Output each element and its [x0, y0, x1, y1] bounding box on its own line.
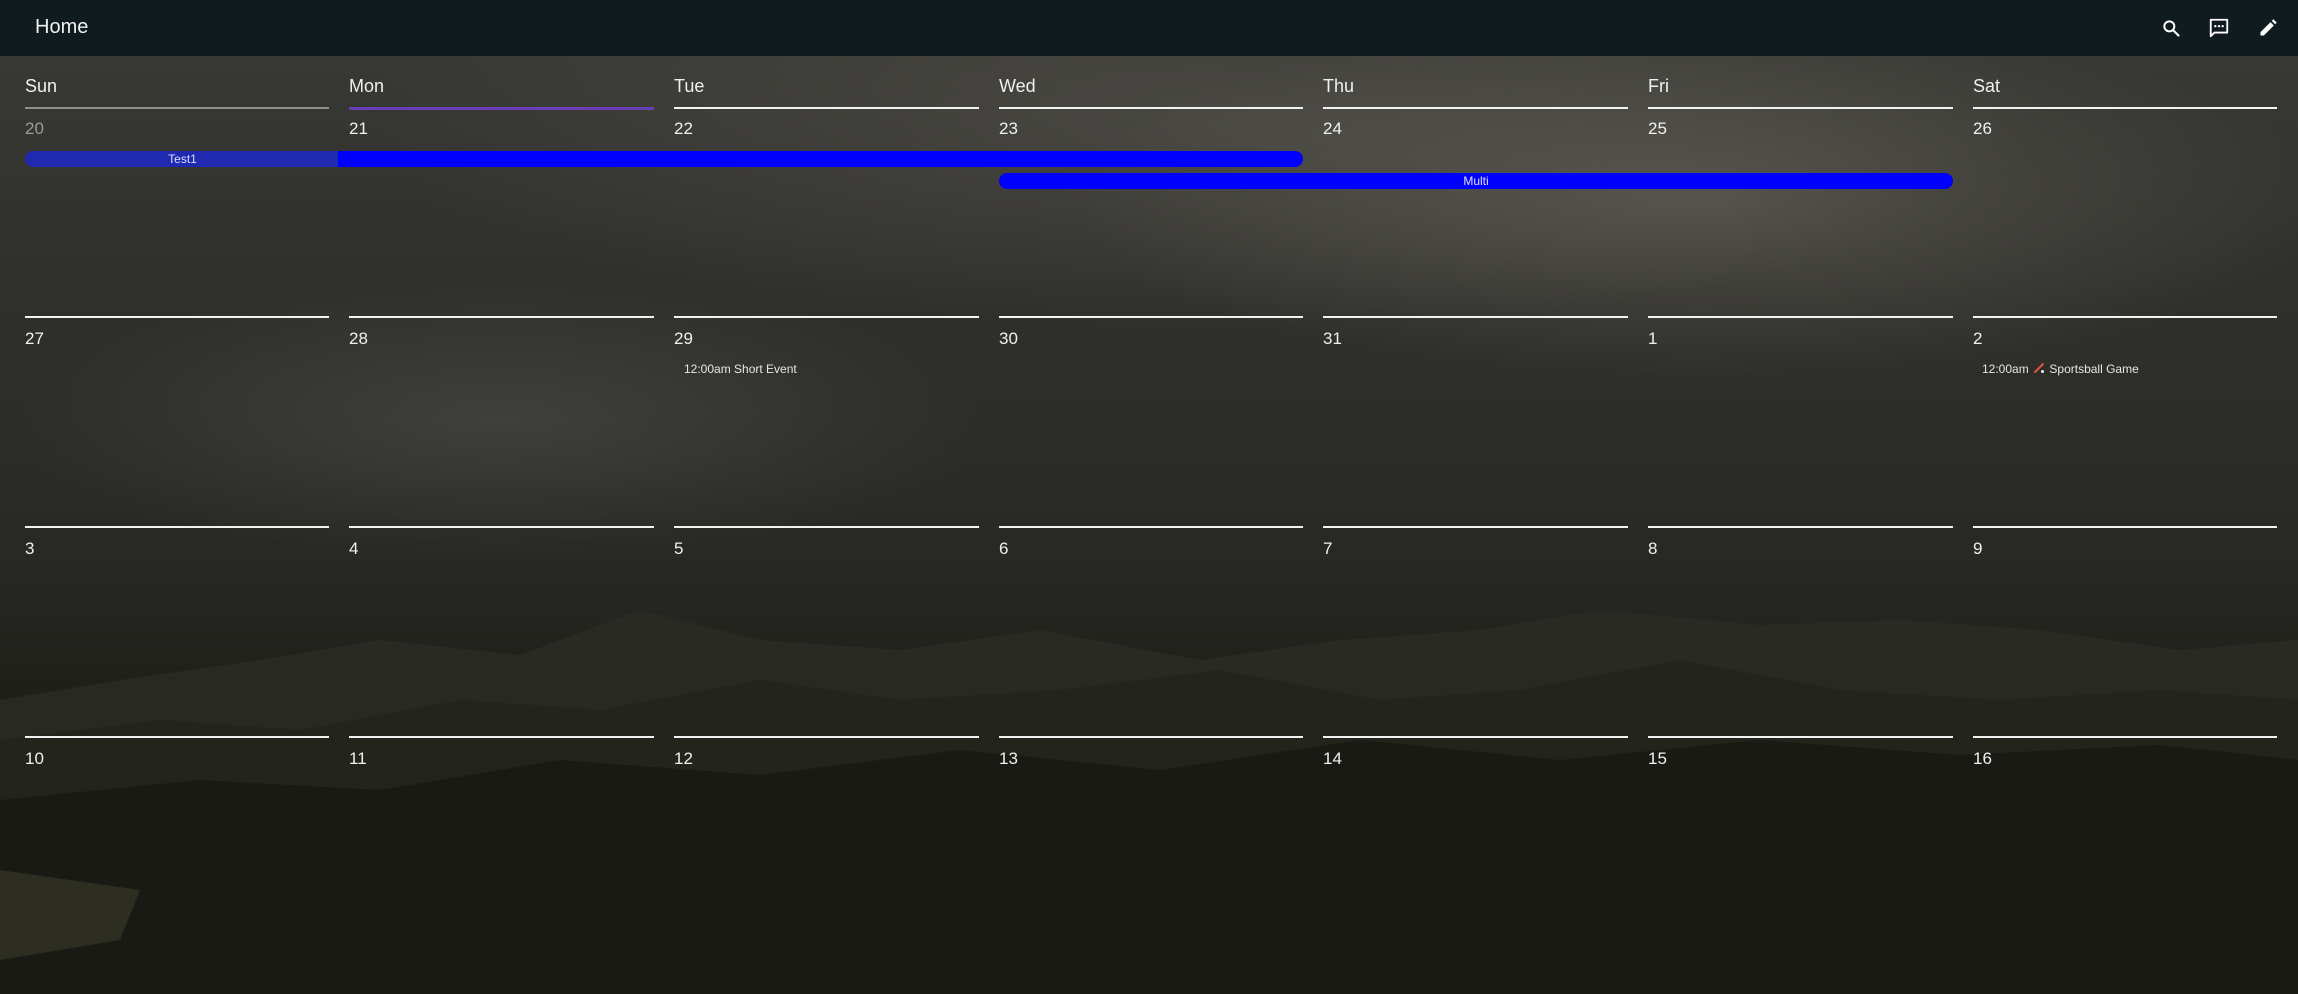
edit-button[interactable] — [2254, 14, 2282, 42]
week-divider — [1973, 526, 2277, 528]
day-number[interactable]: 25 — [1648, 119, 1667, 139]
week-divider — [674, 736, 979, 738]
today-underline — [349, 107, 654, 110]
weekday-underline — [25, 107, 329, 109]
day-number[interactable]: 1 — [1648, 329, 1657, 349]
weekday-underline — [1323, 107, 1628, 109]
day-number[interactable]: 14 — [1323, 749, 1342, 769]
day-number[interactable]: 4 — [349, 539, 358, 559]
week-divider — [1973, 736, 2277, 738]
weekday-wed: Wed — [999, 76, 1036, 96]
edit-icon — [2260, 19, 2277, 36]
event-time: 12:00am — [1982, 362, 2029, 376]
search-icon — [2163, 20, 2180, 37]
month-calendar: Sun Mon Tue Wed Thu Fri Sat 20 21 22 23 … — [0, 56, 2298, 994]
weekday-mon: Mon — [349, 76, 385, 96]
day-number[interactable]: 8 — [1648, 539, 1657, 559]
week-divider — [25, 316, 329, 318]
day-number[interactable]: 9 — [1973, 539, 1982, 559]
day-number[interactable]: 20 — [25, 119, 44, 139]
event-title: Test1 — [168, 152, 197, 166]
week-divider — [674, 526, 979, 528]
day-number[interactable]: 13 — [999, 749, 1018, 769]
week-divider — [1323, 736, 1628, 738]
event-test1[interactable]: Test1 — [25, 151, 340, 167]
sports-icon — [2034, 363, 2045, 373]
day-number[interactable]: 7 — [1323, 539, 1332, 559]
week-divider — [1648, 526, 1953, 528]
day-number[interactable]: 26 — [1973, 119, 1992, 139]
week-divider — [999, 316, 1303, 318]
day-number[interactable]: 24 — [1323, 119, 1342, 139]
day-number[interactable]: 21 — [349, 119, 368, 139]
event-title: Sportsball Game — [2049, 362, 2139, 376]
weekday-thu: Thu — [1323, 76, 1355, 96]
day-number[interactable]: 22 — [674, 119, 693, 139]
day-number[interactable]: 11 — [349, 749, 367, 769]
day-number[interactable]: 3 — [25, 539, 34, 559]
week-divider — [1323, 316, 1628, 318]
day-number[interactable]: 28 — [349, 329, 368, 349]
weekday-underline — [1648, 107, 1953, 109]
week-divider — [1648, 316, 1953, 318]
top-app-bar: Home — [0, 0, 2298, 56]
week-divider — [1973, 316, 2277, 318]
weekday-sun: Sun — [25, 76, 58, 96]
chat-icon — [2209, 18, 2229, 38]
week-divider — [349, 526, 654, 528]
search-button[interactable] — [2157, 14, 2185, 42]
event-multi[interactable]: Multi — [999, 173, 1953, 189]
day-number[interactable]: 5 — [674, 539, 683, 559]
weekday-underline — [1973, 107, 2277, 109]
week-divider — [349, 316, 654, 318]
day-number[interactable]: 30 — [999, 329, 1018, 349]
weekday-sat: Sat — [1973, 76, 2001, 96]
event-short-event[interactable]: 12:00am Short Event — [684, 362, 797, 376]
weekday-underline — [999, 107, 1303, 109]
day-number[interactable]: 10 — [25, 749, 44, 769]
page-title: Home — [35, 16, 89, 38]
week-divider — [25, 526, 329, 528]
weekday-underline — [674, 107, 979, 109]
chat-button[interactable] — [2205, 14, 2233, 42]
week-divider — [999, 736, 1303, 738]
weekday-fri: Fri — [1648, 76, 1669, 96]
week-divider — [349, 736, 654, 738]
day-number[interactable]: 6 — [999, 539, 1008, 559]
week-divider — [999, 526, 1303, 528]
day-number[interactable]: 27 — [25, 329, 44, 349]
event-sportsball-game[interactable]: 12:00am Sportsball Game — [1982, 362, 2139, 376]
week-divider — [674, 316, 979, 318]
event-test1-continuation[interactable] — [338, 151, 1303, 167]
week-divider — [1648, 736, 1953, 738]
day-number[interactable]: 16 — [1973, 749, 1992, 769]
day-number[interactable]: 29 — [674, 329, 693, 349]
event-title: Multi — [1463, 174, 1489, 188]
day-number[interactable]: 15 — [1648, 749, 1667, 769]
week-divider — [1323, 526, 1628, 528]
weekday-tue: Tue — [674, 76, 705, 96]
day-number[interactable]: 31 — [1323, 329, 1342, 349]
day-number[interactable]: 23 — [999, 119, 1018, 139]
day-number[interactable]: 12 — [674, 749, 693, 769]
day-number[interactable]: 2 — [1973, 329, 1982, 349]
week-divider — [25, 736, 329, 738]
